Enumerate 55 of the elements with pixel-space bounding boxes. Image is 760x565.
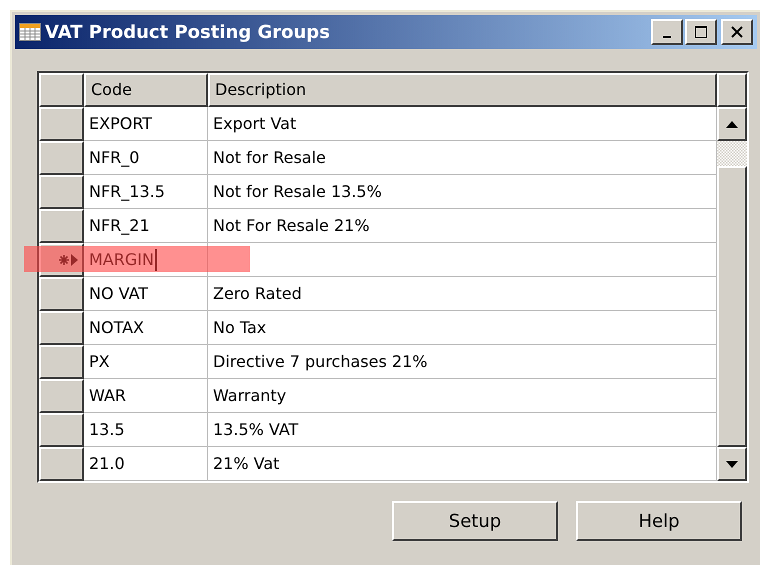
current-row-icon xyxy=(71,254,78,266)
table-cell[interactable]: 13.5% VAT xyxy=(208,413,717,447)
dialog-button[interactable]: Setup xyxy=(392,501,558,541)
table-cell[interactable]: Directive 7 purchases 21% xyxy=(208,345,717,379)
maximize-icon xyxy=(694,25,708,39)
table-cell[interactable]: NOTAX xyxy=(84,311,208,345)
row-selector[interactable] xyxy=(39,277,84,311)
table-icon xyxy=(19,23,41,41)
table-cell[interactable]: NFR_13.5 xyxy=(84,175,208,209)
up-arrow-icon xyxy=(726,120,738,128)
row-selector[interactable] xyxy=(39,379,84,413)
table-cell[interactable]: Export Vat xyxy=(208,107,717,141)
table-cell[interactable]: Not for Resale xyxy=(208,141,717,175)
row-selector[interactable] xyxy=(39,141,84,175)
close-button[interactable] xyxy=(721,19,753,45)
row-selector[interactable] xyxy=(39,175,84,209)
table-cell[interactable]: EXPORT xyxy=(84,107,208,141)
column-header[interactable]: Description xyxy=(208,73,717,107)
row-selector[interactable] xyxy=(39,107,84,141)
row-selector[interactable] xyxy=(39,345,84,379)
table-cell[interactable]: MARGIN xyxy=(84,243,208,277)
table-cell[interactable]: PX xyxy=(84,345,208,379)
table-cell[interactable]: Zero Rated xyxy=(208,277,717,311)
row-selector[interactable] xyxy=(39,209,84,243)
table-cell[interactable]: 13.5 xyxy=(84,413,208,447)
table-cell[interactable]: Not for Resale 13.5% xyxy=(208,175,717,209)
minimize-icon xyxy=(663,36,671,38)
table-cell[interactable] xyxy=(208,243,717,277)
row-selector[interactable] xyxy=(39,311,84,345)
row-selector[interactable] xyxy=(39,243,84,277)
scrollbar-track[interactable] xyxy=(717,141,747,166)
table-cell[interactable]: WAR xyxy=(84,379,208,413)
asterisk-icon xyxy=(59,255,69,265)
table-cell[interactable]: NFR_21 xyxy=(84,209,208,243)
column-header[interactable]: Code xyxy=(84,73,208,107)
close-icon xyxy=(730,25,744,39)
row-selector-header[interactable] xyxy=(39,73,84,107)
scrollbar-thumb[interactable] xyxy=(717,166,747,447)
down-arrow-icon xyxy=(726,460,738,468)
scroll-down-button[interactable] xyxy=(717,447,747,481)
table-cell[interactable]: Not For Resale 21% xyxy=(208,209,717,243)
window-title: VAT Product Posting Groups xyxy=(45,20,330,44)
table-cell[interactable]: NFR_0 xyxy=(84,141,208,175)
table-cell[interactable]: 21% Vat xyxy=(208,447,717,481)
text-cursor xyxy=(154,248,157,270)
row-selector[interactable] xyxy=(39,413,84,447)
table-cell[interactable]: Warranty xyxy=(208,379,717,413)
scroll-up-button[interactable] xyxy=(717,107,747,141)
maximize-button[interactable] xyxy=(685,19,717,45)
table-cell[interactable]: NO VAT xyxy=(84,277,208,311)
table-cell[interactable]: 21.0 xyxy=(84,447,208,481)
minimize-button[interactable] xyxy=(651,19,683,45)
row-selector[interactable] xyxy=(39,447,84,481)
dialog-button[interactable]: Help xyxy=(576,501,742,541)
table-cell[interactable]: No Tax xyxy=(208,311,717,345)
